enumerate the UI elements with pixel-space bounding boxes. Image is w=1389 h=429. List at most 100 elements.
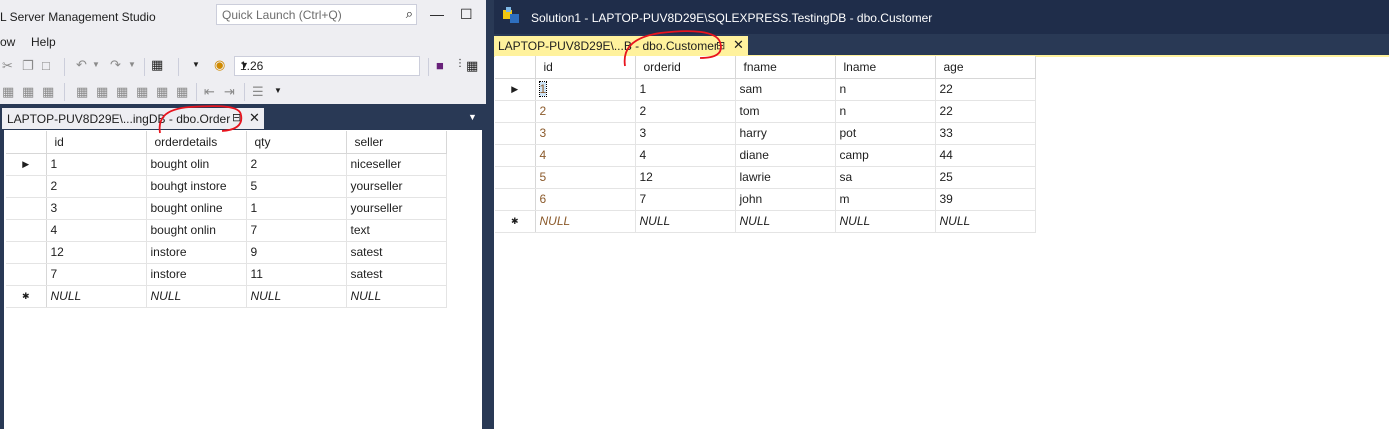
sql-query-icon[interactable]: ◉ <box>214 57 225 73</box>
grid-cell[interactable]: instore <box>146 241 247 264</box>
zoom-combo[interactable]: 1.26 ▼ <box>234 56 420 76</box>
diagram-pane-icon[interactable]: ▦ <box>2 84 14 100</box>
grid-cell[interactable]: satest <box>346 241 447 264</box>
grid-cell[interactable]: tom <box>735 100 836 123</box>
quick-launch-input[interactable]: Quick Launch (Ctrl+Q) ⌕ <box>216 4 417 25</box>
tab-dbo-customer[interactable]: LAPTOP-PUV8D29E\...B - dbo.Customer ⊟ ✕ <box>494 36 748 56</box>
row-selector[interactable] <box>495 144 536 167</box>
pin-icon[interactable]: ⊟ <box>232 111 241 124</box>
new-row[interactable]: ✱ NULL NULL NULL NULL <box>6 285 447 308</box>
row-selector[interactable] <box>6 241 47 264</box>
grid-cell[interactable]: 4 <box>46 219 147 242</box>
table-row[interactable]: 4 bought onlin 7 text <box>6 219 447 242</box>
grid-cell[interactable]: 1 <box>635 78 736 101</box>
minimize-button[interactable]: — <box>430 6 444 22</box>
grid-cell[interactable]: 7 <box>46 263 147 286</box>
add-table-icon[interactable]: ▦ <box>176 84 188 100</box>
criteria-pane-icon[interactable]: ▦ <box>22 84 34 100</box>
current-row-icon[interactable]: ▶ <box>495 78 536 101</box>
row-selector[interactable] <box>6 263 47 286</box>
column-header[interactable]: lname <box>835 56 936 79</box>
comment-icon[interactable]: ☰ <box>252 84 264 100</box>
row-selector[interactable] <box>495 122 536 145</box>
close-icon[interactable]: ✕ <box>733 37 744 53</box>
column-header[interactable]: qty <box>246 131 347 154</box>
menu-window[interactable]: ow <box>0 35 15 49</box>
grid-cell[interactable]: 11 <box>246 263 347 286</box>
paste-icon[interactable]: □ <box>42 58 50 73</box>
grid-cell[interactable]: 4 <box>535 144 636 167</box>
chart-icon[interactable]: ▦ <box>151 57 163 73</box>
grid-cell[interactable]: 1 <box>535 78 636 101</box>
table-row[interactable]: ▶ 1 bought olin 2 niceseller <box>6 153 447 176</box>
grid-cell[interactable]: sa <box>835 166 936 189</box>
grid-cell[interactable]: 7 <box>246 219 347 242</box>
table-row[interactable]: ▶ 1 1 sam n 22 <box>495 78 1036 101</box>
indent-icon[interactable]: ⇤ <box>204 84 215 100</box>
table-row[interactable]: 4 4 diane camp 44 <box>495 144 1036 167</box>
table-row[interactable]: 6 7 john m 39 <box>495 188 1036 211</box>
grid-cell[interactable]: bought onlin <box>146 219 247 242</box>
column-header[interactable]: id <box>46 131 147 154</box>
grid-cell[interactable]: instore <box>146 263 247 286</box>
redo-icon[interactable]: ↷ <box>110 57 121 73</box>
outdent-icon[interactable]: ⇥ <box>224 84 235 100</box>
column-header[interactable]: orderid <box>635 56 736 79</box>
sql-pane-icon[interactable]: ▦ <box>42 84 54 100</box>
toolbar2-dropdown-icon[interactable]: ▼ <box>274 86 282 95</box>
grid-cell[interactable]: 3 <box>46 197 147 220</box>
grid-cell[interactable]: camp <box>835 144 936 167</box>
row-selector[interactable] <box>495 100 536 123</box>
toolbar-overflow-icon[interactable]: ⋮ <box>455 58 465 69</box>
grid-cell[interactable]: NULL <box>346 285 447 308</box>
maximize-button[interactable]: ☐ <box>460 6 473 23</box>
table-row[interactable]: 3 bought online 1 yourseller <box>6 197 447 220</box>
corner-cell[interactable] <box>495 56 536 79</box>
column-header[interactable]: id <box>535 56 636 79</box>
column-header[interactable]: fname <box>735 56 836 79</box>
grid-cell[interactable]: 33 <box>935 122 1036 145</box>
results-pane-icon[interactable]: ▦ <box>76 84 88 100</box>
table-row[interactable]: 3 3 harry pot 33 <box>495 122 1036 145</box>
grid-cell[interactable]: 5 <box>246 175 347 198</box>
grid-cell[interactable]: yourseller <box>346 197 447 220</box>
grid-cell[interactable]: m <box>835 188 936 211</box>
new-row-icon[interactable]: ✱ <box>495 210 536 233</box>
group-by-icon[interactable]: ▦ <box>156 84 168 100</box>
grid-cell[interactable]: 1 <box>246 197 347 220</box>
column-header[interactable]: seller <box>346 131 447 154</box>
grid-cell[interactable]: bought olin <box>146 153 247 176</box>
grid-cell[interactable]: n <box>835 100 936 123</box>
grid-cell[interactable]: 12 <box>635 166 736 189</box>
grid-cell[interactable]: harry <box>735 122 836 145</box>
table-row[interactable]: 2 2 tom n 22 <box>495 100 1036 123</box>
grid-cell[interactable]: 2 <box>635 100 736 123</box>
grid-cell[interactable]: NULL <box>635 210 736 233</box>
current-row-icon[interactable]: ▶ <box>6 153 47 176</box>
toolbar-dropdown-icon[interactable]: ▼ <box>192 60 200 69</box>
grid-cell[interactable]: text <box>346 219 447 242</box>
grid-cell[interactable]: 22 <box>935 78 1036 101</box>
new-row[interactable]: ✱ NULL NULL NULL NULL NULL <box>495 210 1036 233</box>
selected-cell[interactable]: 1 <box>538 81 548 97</box>
verify-sql-icon[interactable]: ▦ <box>136 84 148 100</box>
zoom-dropdown-icon[interactable]: ▼ <box>240 60 415 70</box>
grid-cell[interactable]: 2 <box>535 100 636 123</box>
grid-cell[interactable]: n <box>835 78 936 101</box>
redo-dropdown-icon[interactable]: ▼ <box>128 60 136 69</box>
close-icon[interactable]: ✕ <box>249 110 260 126</box>
grid-cell[interactable]: NULL <box>146 285 247 308</box>
corner-cell[interactable] <box>6 131 47 154</box>
row-selector[interactable] <box>495 166 536 189</box>
grid-cell[interactable]: 6 <box>535 188 636 211</box>
cut-icon[interactable]: ✂ <box>2 58 13 74</box>
row-selector[interactable] <box>495 188 536 211</box>
tab-dbo-order[interactable]: LAPTOP-PUV8D29E\...ingDB - dbo.Order ⊟ ✕ <box>2 108 264 129</box>
grid-cell[interactable]: NULL <box>246 285 347 308</box>
grid-cell[interactable]: niceseller <box>346 153 447 176</box>
new-row-icon[interactable]: ✱ <box>6 285 47 308</box>
grid-cell[interactable]: 22 <box>935 100 1036 123</box>
column-header[interactable]: orderdetails <box>146 131 247 154</box>
grid-cell[interactable]: yourseller <box>346 175 447 198</box>
vs-icon[interactable]: ■ <box>436 58 444 73</box>
